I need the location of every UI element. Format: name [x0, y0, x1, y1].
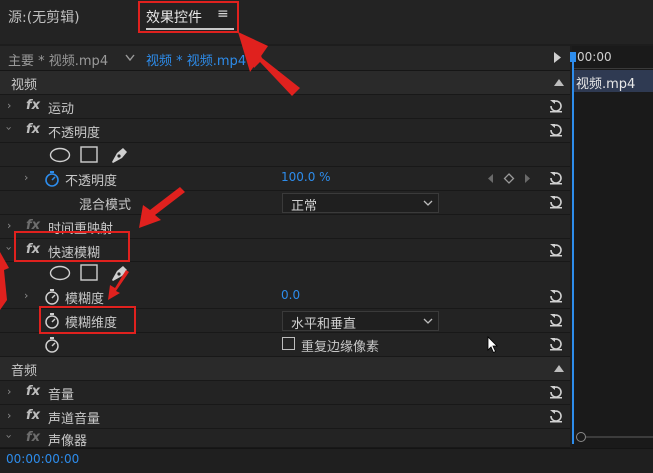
- cursor-icon: [487, 336, 498, 354]
- reset-icon[interactable]: [548, 170, 564, 186]
- timecode-bar: 00:00:00:00: [0, 448, 653, 473]
- rect-mask-icon[interactable]: [80, 264, 98, 281]
- chevron-down-icon: [423, 318, 433, 324]
- effect-row-channel-volume[interactable]: › fx 声道音量: [0, 405, 570, 429]
- fx-icon[interactable]: fx: [26, 408, 40, 423]
- prop-opacity-value[interactable]: 100.0 %: [281, 170, 331, 184]
- blend-mode-value: 正常: [291, 199, 318, 214]
- prop-repeat-edge-label: 重复边缘像素: [301, 340, 380, 355]
- prop-blurriness-value[interactable]: 0.0: [281, 288, 300, 302]
- ellipse-mask-icon[interactable]: [49, 265, 71, 281]
- fx-icon[interactable]: fx: [26, 98, 40, 113]
- ruler-line: [572, 68, 653, 69]
- prop-blend-label: 混合模式: [79, 198, 132, 213]
- repeat-edge-checkbox[interactable]: [282, 337, 295, 350]
- reset-icon[interactable]: [548, 384, 564, 400]
- effect-motion-label: 运动: [48, 102, 75, 117]
- timeline-clip-label: 视频.mp4: [576, 77, 636, 92]
- effect-row-panner[interactable]: › fx 声像器: [0, 429, 570, 448]
- sequence-clip-label[interactable]: 视频 * 视频.mp4: [146, 50, 246, 69]
- section-audio: 音频: [0, 357, 570, 381]
- master-clip-label[interactable]: 主要 * 视频.mp4: [8, 50, 108, 69]
- keyframe-nav[interactable]: [487, 173, 531, 184]
- effect-opacity-label: 不透明度: [48, 126, 101, 141]
- annotation-box-fast-blur: [14, 231, 130, 262]
- expand-chevron-icon[interactable]: ›: [24, 289, 28, 302]
- reset-icon[interactable]: [548, 288, 564, 304]
- collapse-chevron-icon[interactable]: ›: [3, 126, 16, 130]
- effect-channel-volume-label: 声道音量: [48, 412, 101, 427]
- effect-row-opacity[interactable]: › fx 不透明度: [0, 119, 570, 143]
- expand-chevron-icon[interactable]: ›: [7, 385, 11, 398]
- property-row-repeat-edge[interactable]: 重复边缘像素: [0, 333, 570, 357]
- pen-mask-icon[interactable]: [108, 263, 130, 283]
- ellipse-mask-icon[interactable]: [49, 147, 71, 163]
- timeline-clip[interactable]: 视频.mp4: [572, 70, 653, 92]
- section-video: 视频: [0, 71, 570, 95]
- fx-icon[interactable]: fx: [26, 384, 40, 399]
- clip-selector-bar: 主要 * 视频.mp4 视频 * 视频.mp4: [0, 46, 570, 71]
- blur-dimensions-dropdown[interactable]: 水平和垂直: [282, 311, 439, 332]
- collapse-chevron-icon[interactable]: ›: [3, 434, 16, 438]
- timeline-ruler-time: 00:00: [577, 50, 612, 64]
- collapse-icon[interactable]: [554, 365, 564, 372]
- stopwatch-icon[interactable]: [44, 336, 60, 353]
- prop-blurriness-label: 模糊度: [65, 292, 105, 307]
- pen-mask-icon[interactable]: [108, 145, 130, 165]
- chevron-down-icon: [423, 200, 433, 206]
- reset-icon[interactable]: [548, 312, 564, 328]
- effect-row-motion[interactable]: › fx 运动: [0, 95, 570, 119]
- zoom-scrollbar[interactable]: [586, 436, 653, 438]
- expand-chevron-icon[interactable]: ›: [7, 409, 11, 422]
- reset-icon[interactable]: [548, 122, 564, 138]
- blur-dimensions-value: 水平和垂直: [291, 317, 357, 332]
- blend-mode-dropdown[interactable]: 正常: [282, 193, 439, 214]
- play-icon[interactable]: [553, 52, 562, 63]
- reset-icon[interactable]: [548, 242, 564, 258]
- mask-tools-row: [0, 262, 570, 286]
- effect-panner-label: 声像器: [48, 434, 88, 448]
- reset-icon[interactable]: [548, 194, 564, 210]
- property-row-opacity[interactable]: › 不透明度 100.0 %: [0, 167, 570, 191]
- section-video-label: 视频: [11, 78, 38, 93]
- panel-tab-bar: 源:(无剪辑) 效果控件 ≡: [0, 0, 653, 44]
- fx-icon[interactable]: fx: [26, 122, 40, 137]
- tab-source[interactable]: 源:(无剪辑): [8, 7, 80, 27]
- current-timecode[interactable]: 00:00:00:00: [6, 452, 79, 466]
- section-audio-label: 音频: [11, 364, 38, 379]
- annotation-box-blur-dimensions: [39, 306, 136, 334]
- reset-icon[interactable]: [548, 408, 564, 424]
- zoom-handle[interactable]: [576, 432, 586, 442]
- playhead-handle[interactable]: [570, 52, 576, 62]
- chevron-down-icon[interactable]: [125, 54, 135, 62]
- annotation-box-effect-controls: [138, 1, 239, 33]
- expand-chevron-icon[interactable]: ›: [7, 219, 11, 232]
- effect-volume-label: 音量: [48, 388, 75, 403]
- prop-opacity-label: 不透明度: [65, 174, 118, 189]
- expand-chevron-icon[interactable]: ›: [24, 171, 28, 184]
- reset-icon[interactable]: [548, 336, 564, 352]
- stopwatch-icon[interactable]: [44, 170, 60, 187]
- effect-row-volume[interactable]: › fx 音量: [0, 381, 570, 405]
- collapse-icon[interactable]: [554, 79, 564, 86]
- reset-icon[interactable]: [548, 98, 564, 114]
- mini-timeline[interactable]: 00:00 视频.mp4: [570, 46, 653, 456]
- property-row-blend-mode[interactable]: 混合模式 正常: [0, 191, 570, 215]
- fx-icon[interactable]: fx: [26, 430, 40, 445]
- playhead[interactable]: [572, 54, 574, 444]
- stopwatch-icon[interactable]: [44, 288, 60, 305]
- mask-tools-row: [0, 143, 570, 167]
- expand-chevron-icon[interactable]: ›: [7, 99, 11, 112]
- rect-mask-icon[interactable]: [80, 146, 98, 163]
